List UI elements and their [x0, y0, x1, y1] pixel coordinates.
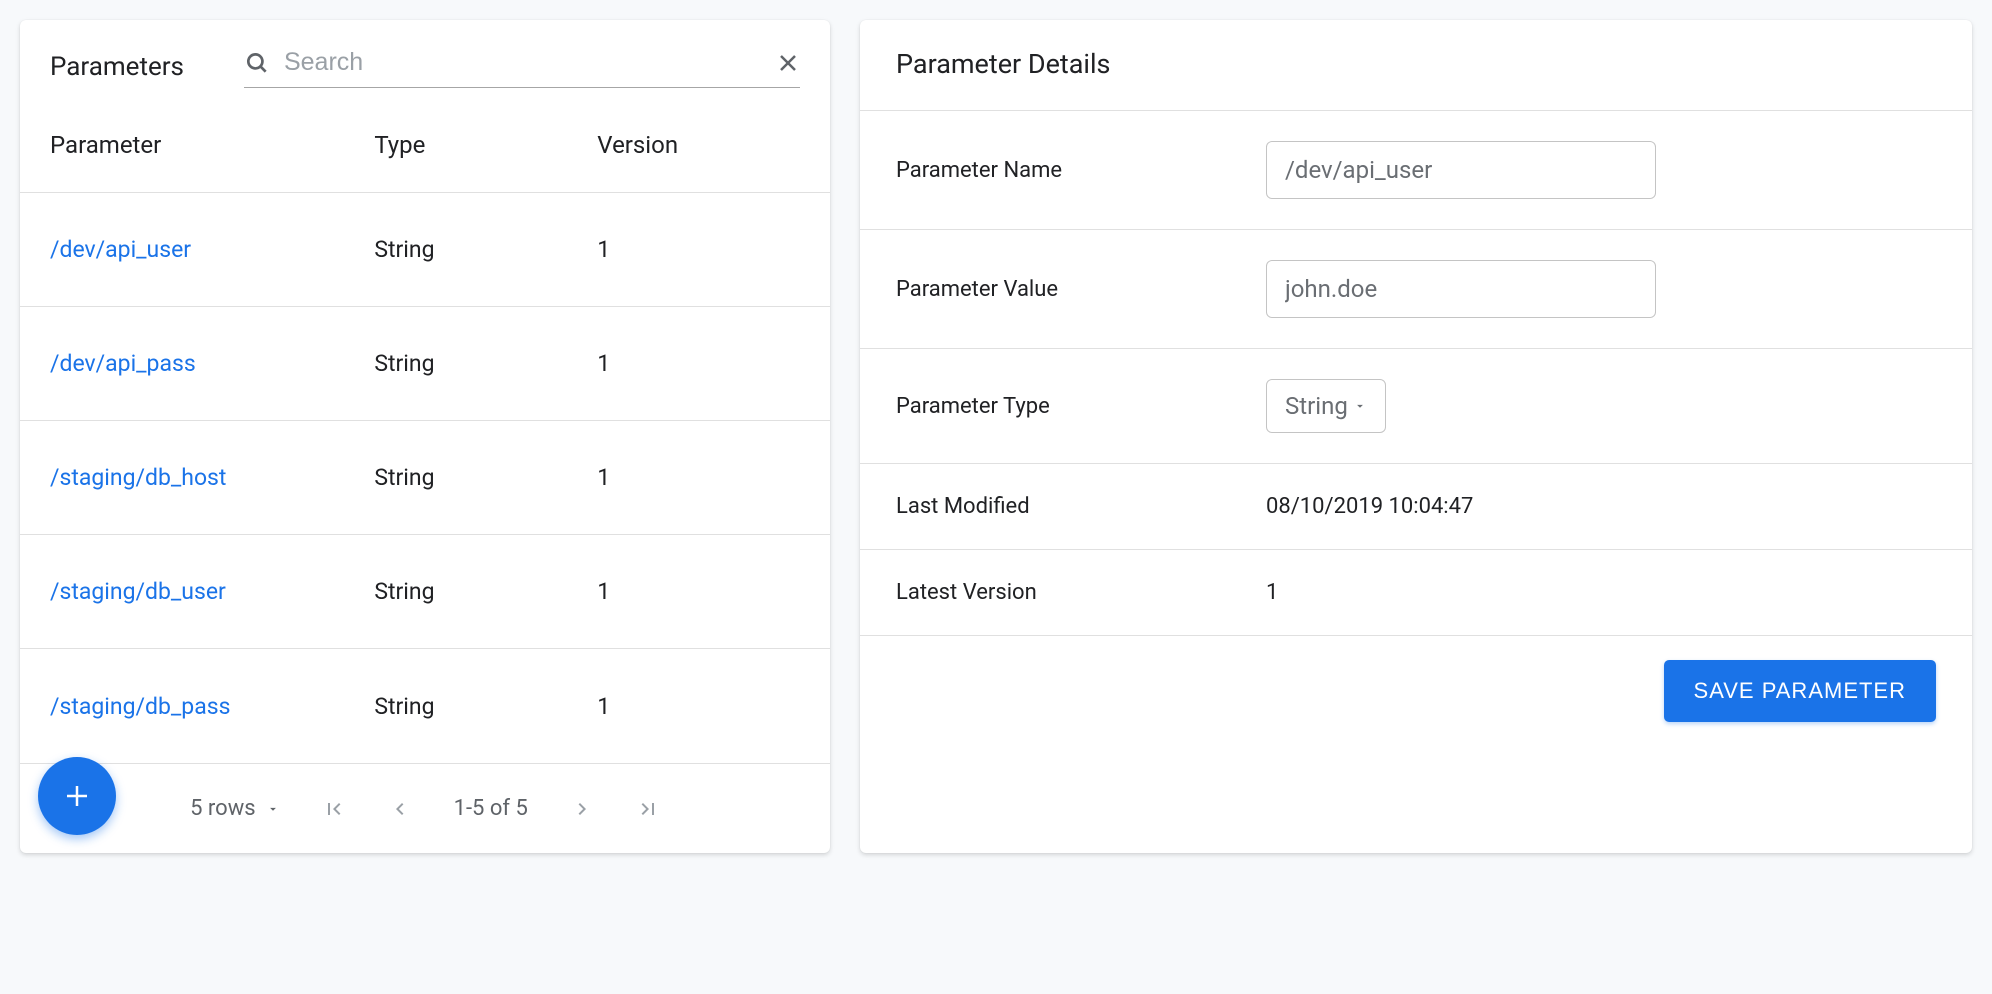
search-field[interactable]: [244, 40, 800, 88]
latest-version-value: 1: [1266, 580, 1936, 605]
param-version-cell: 1: [597, 693, 800, 720]
table-row[interactable]: /dev/api_userString1: [20, 193, 830, 307]
param-link[interactable]: /staging/db_host: [50, 464, 374, 491]
param-type-value: String: [1285, 392, 1348, 420]
col-type: Type: [374, 131, 597, 159]
table-row[interactable]: /staging/db_passString1: [20, 649, 830, 763]
param-value-input[interactable]: [1266, 260, 1656, 318]
table-header: Parameter Type Version: [20, 98, 830, 193]
parameters-title: Parameters: [50, 40, 184, 82]
add-parameter-fab[interactable]: [38, 757, 116, 835]
pager: 5 rows 1-5 of 5: [20, 763, 830, 853]
prev-page-icon[interactable]: [388, 797, 412, 821]
next-page-icon[interactable]: [570, 797, 594, 821]
param-type-cell: String: [374, 578, 597, 605]
caret-down-icon: [1353, 399, 1367, 413]
param-type-cell: String: [374, 236, 597, 263]
close-icon[interactable]: [776, 51, 800, 75]
plus-icon: [62, 781, 92, 811]
table-row[interactable]: /staging/db_hostString1: [20, 421, 830, 535]
rows-label: 5 rows: [190, 796, 256, 821]
parameters-list-card: Parameters Parameter Type Version /dev/a…: [20, 20, 830, 853]
save-parameter-button[interactable]: SAVE PARAMETER: [1664, 660, 1936, 722]
param-version-cell: 1: [597, 350, 800, 377]
dropdown-icon: [266, 802, 280, 816]
param-name-input[interactable]: [1266, 141, 1656, 199]
param-version-cell: 1: [597, 236, 800, 263]
rows-per-page-select[interactable]: 5 rows: [190, 796, 280, 821]
page-range: 1-5 of 5: [454, 796, 528, 821]
search-icon: [244, 50, 270, 76]
param-link[interactable]: /staging/db_user: [50, 578, 374, 605]
param-link[interactable]: /dev/api_pass: [50, 350, 374, 377]
param-version-cell: 1: [597, 578, 800, 605]
param-type-label: Parameter Type: [896, 394, 1266, 419]
param-type-select[interactable]: String: [1266, 379, 1386, 433]
param-version-cell: 1: [597, 464, 800, 491]
last-modified-value: 08/10/2019 10:04:47: [1266, 494, 1936, 519]
param-type-cell: String: [374, 350, 597, 377]
table-row[interactable]: /staging/db_userString1: [20, 535, 830, 649]
details-title: Parameter Details: [860, 20, 1972, 111]
param-value-label: Parameter Value: [896, 277, 1266, 302]
param-link[interactable]: /dev/api_user: [50, 236, 374, 263]
parameter-details-card: Parameter Details Parameter Name Paramet…: [860, 20, 1972, 853]
table-row[interactable]: /dev/api_passString1: [20, 307, 830, 421]
param-link[interactable]: /staging/db_pass: [50, 693, 374, 720]
last-page-icon[interactable]: [636, 797, 660, 821]
parameters-table: Parameter Type Version /dev/api_userStri…: [20, 98, 830, 763]
col-parameter: Parameter: [50, 131, 374, 159]
last-modified-label: Last Modified: [896, 494, 1266, 519]
latest-version-label: Latest Version: [896, 580, 1266, 605]
param-name-label: Parameter Name: [896, 158, 1266, 183]
search-input[interactable]: [284, 48, 762, 77]
col-version: Version: [597, 131, 800, 159]
param-type-cell: String: [374, 693, 597, 720]
first-page-icon[interactable]: [322, 797, 346, 821]
param-type-cell: String: [374, 464, 597, 491]
